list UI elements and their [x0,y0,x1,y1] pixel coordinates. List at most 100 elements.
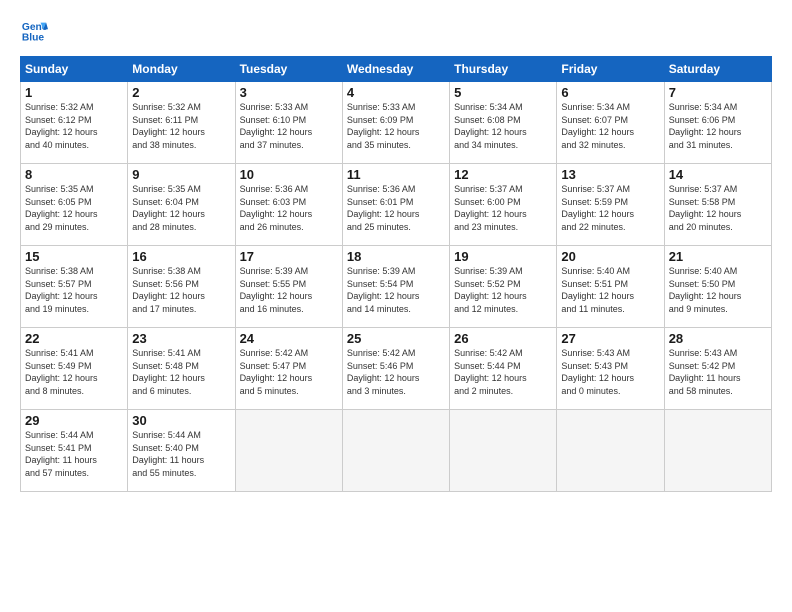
day-info: Sunrise: 5:34 AM Sunset: 6:06 PM Dayligh… [669,101,767,151]
calendar-cell [557,410,664,492]
calendar-cell: 6Sunrise: 5:34 AM Sunset: 6:07 PM Daylig… [557,82,664,164]
day-number: 29 [25,413,123,428]
day-number: 18 [347,249,445,264]
week-row-3: 15Sunrise: 5:38 AM Sunset: 5:57 PM Dayli… [21,246,772,328]
calendar-cell: 8Sunrise: 5:35 AM Sunset: 6:05 PM Daylig… [21,164,128,246]
calendar-cell: 30Sunrise: 5:44 AM Sunset: 5:40 PM Dayli… [128,410,235,492]
header: General Blue [20,18,772,46]
day-number: 23 [132,331,230,346]
calendar-cell: 7Sunrise: 5:34 AM Sunset: 6:06 PM Daylig… [664,82,771,164]
day-info: Sunrise: 5:34 AM Sunset: 6:08 PM Dayligh… [454,101,552,151]
day-number: 24 [240,331,338,346]
calendar-cell: 12Sunrise: 5:37 AM Sunset: 6:00 PM Dayli… [450,164,557,246]
calendar-cell: 22Sunrise: 5:41 AM Sunset: 5:49 PM Dayli… [21,328,128,410]
day-info: Sunrise: 5:37 AM Sunset: 5:59 PM Dayligh… [561,183,659,233]
calendar-cell: 16Sunrise: 5:38 AM Sunset: 5:56 PM Dayli… [128,246,235,328]
calendar-cell: 18Sunrise: 5:39 AM Sunset: 5:54 PM Dayli… [342,246,449,328]
day-info: Sunrise: 5:44 AM Sunset: 5:40 PM Dayligh… [132,429,230,479]
day-number: 1 [25,85,123,100]
weekday-thursday: Thursday [450,57,557,82]
day-number: 8 [25,167,123,182]
day-info: Sunrise: 5:40 AM Sunset: 5:50 PM Dayligh… [669,265,767,315]
calendar-cell: 15Sunrise: 5:38 AM Sunset: 5:57 PM Dayli… [21,246,128,328]
day-number: 5 [454,85,552,100]
weekday-friday: Friday [557,57,664,82]
page: General Blue SundayMondayTuesdayWednesda… [0,0,792,612]
calendar-cell [342,410,449,492]
day-info: Sunrise: 5:35 AM Sunset: 6:04 PM Dayligh… [132,183,230,233]
day-info: Sunrise: 5:36 AM Sunset: 6:01 PM Dayligh… [347,183,445,233]
day-number: 16 [132,249,230,264]
weekday-tuesday: Tuesday [235,57,342,82]
weekday-wednesday: Wednesday [342,57,449,82]
day-info: Sunrise: 5:35 AM Sunset: 6:05 PM Dayligh… [25,183,123,233]
calendar-cell: 10Sunrise: 5:36 AM Sunset: 6:03 PM Dayli… [235,164,342,246]
week-row-5: 29Sunrise: 5:44 AM Sunset: 5:41 PM Dayli… [21,410,772,492]
day-info: Sunrise: 5:32 AM Sunset: 6:12 PM Dayligh… [25,101,123,151]
week-row-2: 8Sunrise: 5:35 AM Sunset: 6:05 PM Daylig… [21,164,772,246]
calendar-cell [235,410,342,492]
day-info: Sunrise: 5:39 AM Sunset: 5:52 PM Dayligh… [454,265,552,315]
day-info: Sunrise: 5:34 AM Sunset: 6:07 PM Dayligh… [561,101,659,151]
day-number: 9 [132,167,230,182]
week-row-1: 1Sunrise: 5:32 AM Sunset: 6:12 PM Daylig… [21,82,772,164]
day-info: Sunrise: 5:39 AM Sunset: 5:55 PM Dayligh… [240,265,338,315]
calendar-cell [450,410,557,492]
calendar-cell: 1Sunrise: 5:32 AM Sunset: 6:12 PM Daylig… [21,82,128,164]
calendar-cell: 25Sunrise: 5:42 AM Sunset: 5:46 PM Dayli… [342,328,449,410]
day-number: 11 [347,167,445,182]
calendar-cell: 28Sunrise: 5:43 AM Sunset: 5:42 PM Dayli… [664,328,771,410]
weekday-saturday: Saturday [664,57,771,82]
calendar-cell: 5Sunrise: 5:34 AM Sunset: 6:08 PM Daylig… [450,82,557,164]
calendar-cell: 29Sunrise: 5:44 AM Sunset: 5:41 PM Dayli… [21,410,128,492]
day-info: Sunrise: 5:39 AM Sunset: 5:54 PM Dayligh… [347,265,445,315]
day-info: Sunrise: 5:43 AM Sunset: 5:43 PM Dayligh… [561,347,659,397]
day-info: Sunrise: 5:42 AM Sunset: 5:46 PM Dayligh… [347,347,445,397]
day-number: 6 [561,85,659,100]
day-number: 21 [669,249,767,264]
day-number: 13 [561,167,659,182]
day-number: 15 [25,249,123,264]
day-info: Sunrise: 5:41 AM Sunset: 5:48 PM Dayligh… [132,347,230,397]
day-number: 2 [132,85,230,100]
day-info: Sunrise: 5:38 AM Sunset: 5:57 PM Dayligh… [25,265,123,315]
day-info: Sunrise: 5:33 AM Sunset: 6:10 PM Dayligh… [240,101,338,151]
day-info: Sunrise: 5:44 AM Sunset: 5:41 PM Dayligh… [25,429,123,479]
day-number: 28 [669,331,767,346]
calendar-cell [664,410,771,492]
day-number: 26 [454,331,552,346]
day-info: Sunrise: 5:32 AM Sunset: 6:11 PM Dayligh… [132,101,230,151]
svg-text:Blue: Blue [22,32,45,43]
calendar-cell: 9Sunrise: 5:35 AM Sunset: 6:04 PM Daylig… [128,164,235,246]
day-number: 20 [561,249,659,264]
day-info: Sunrise: 5:41 AM Sunset: 5:49 PM Dayligh… [25,347,123,397]
logo-icon: General Blue [20,18,48,46]
day-number: 10 [240,167,338,182]
calendar-cell: 13Sunrise: 5:37 AM Sunset: 5:59 PM Dayli… [557,164,664,246]
week-row-4: 22Sunrise: 5:41 AM Sunset: 5:49 PM Dayli… [21,328,772,410]
calendar-cell: 4Sunrise: 5:33 AM Sunset: 6:09 PM Daylig… [342,82,449,164]
day-info: Sunrise: 5:43 AM Sunset: 5:42 PM Dayligh… [669,347,767,397]
day-info: Sunrise: 5:40 AM Sunset: 5:51 PM Dayligh… [561,265,659,315]
calendar-cell: 23Sunrise: 5:41 AM Sunset: 5:48 PM Dayli… [128,328,235,410]
calendar-cell: 19Sunrise: 5:39 AM Sunset: 5:52 PM Dayli… [450,246,557,328]
day-number: 25 [347,331,445,346]
day-info: Sunrise: 5:37 AM Sunset: 5:58 PM Dayligh… [669,183,767,233]
calendar-cell: 26Sunrise: 5:42 AM Sunset: 5:44 PM Dayli… [450,328,557,410]
calendar-cell: 14Sunrise: 5:37 AM Sunset: 5:58 PM Dayli… [664,164,771,246]
weekday-monday: Monday [128,57,235,82]
calendar-cell: 3Sunrise: 5:33 AM Sunset: 6:10 PM Daylig… [235,82,342,164]
day-info: Sunrise: 5:33 AM Sunset: 6:09 PM Dayligh… [347,101,445,151]
calendar-cell: 27Sunrise: 5:43 AM Sunset: 5:43 PM Dayli… [557,328,664,410]
calendar-cell: 21Sunrise: 5:40 AM Sunset: 5:50 PM Dayli… [664,246,771,328]
calendar-cell: 11Sunrise: 5:36 AM Sunset: 6:01 PM Dayli… [342,164,449,246]
weekday-sunday: Sunday [21,57,128,82]
day-info: Sunrise: 5:42 AM Sunset: 5:44 PM Dayligh… [454,347,552,397]
day-number: 27 [561,331,659,346]
weekday-header-row: SundayMondayTuesdayWednesdayThursdayFrid… [21,57,772,82]
day-number: 30 [132,413,230,428]
day-info: Sunrise: 5:37 AM Sunset: 6:00 PM Dayligh… [454,183,552,233]
day-number: 14 [669,167,767,182]
calendar-cell: 17Sunrise: 5:39 AM Sunset: 5:55 PM Dayli… [235,246,342,328]
day-info: Sunrise: 5:36 AM Sunset: 6:03 PM Dayligh… [240,183,338,233]
